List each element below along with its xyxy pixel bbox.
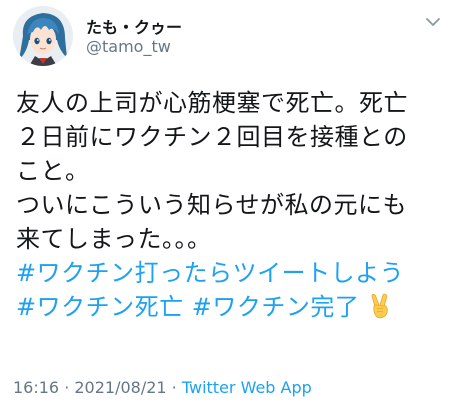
display-name[interactable]: たも・クゥー (86, 14, 182, 38)
tweet-text: 友人の上司が心筋梗塞で死亡。死亡 ２日前にワクチン２回目を接種との こと。 つい… (16, 86, 446, 324)
tweet-source-link[interactable]: Twitter Web App (182, 378, 312, 397)
hashtag-link[interactable]: #ワクチン打ったらツイートしよう (16, 259, 404, 287)
avatar-illustration (13, 6, 73, 66)
victory-hand-emoji (368, 293, 392, 319)
meta-separator: · (59, 378, 75, 397)
tweet-date[interactable]: 2021/08/21 (74, 378, 166, 397)
tweet-text-line: ついにこういう知らせが私の元にも (16, 191, 408, 219)
hashtag-link[interactable]: #ワクチン完了 (192, 293, 360, 321)
avatar[interactable] (13, 6, 73, 66)
hashtag-line: #ワクチン打ったらツイートしよう (16, 256, 446, 290)
hashtag-line: #ワクチン死亡 #ワクチン完了 (16, 290, 446, 324)
chevron-down-icon[interactable] (423, 12, 443, 32)
tweet-text-line: ２日前にワクチン２回目を接種との (16, 123, 408, 151)
tweet-text-line: こと。 (16, 157, 90, 185)
hashtag-link[interactable]: #ワクチン死亡 (16, 293, 184, 321)
tweet-meta: 16:16 · 2021/08/21 · Twitter Web App (13, 378, 312, 397)
tweet-text-line: 来てしまった。。。 (16, 225, 212, 253)
user-handle[interactable]: @tamo_tw (86, 37, 171, 56)
tweet-time[interactable]: 16:16 (13, 378, 59, 397)
tweet-text-line: 友人の上司が心筋梗塞で死亡。死亡 (16, 89, 408, 117)
tweet-card: たも・クゥー @tamo_tw 友人の上司が心筋梗塞で死亡。死亡 ２日前にワクチ… (0, 0, 457, 416)
meta-separator: · (166, 378, 182, 397)
